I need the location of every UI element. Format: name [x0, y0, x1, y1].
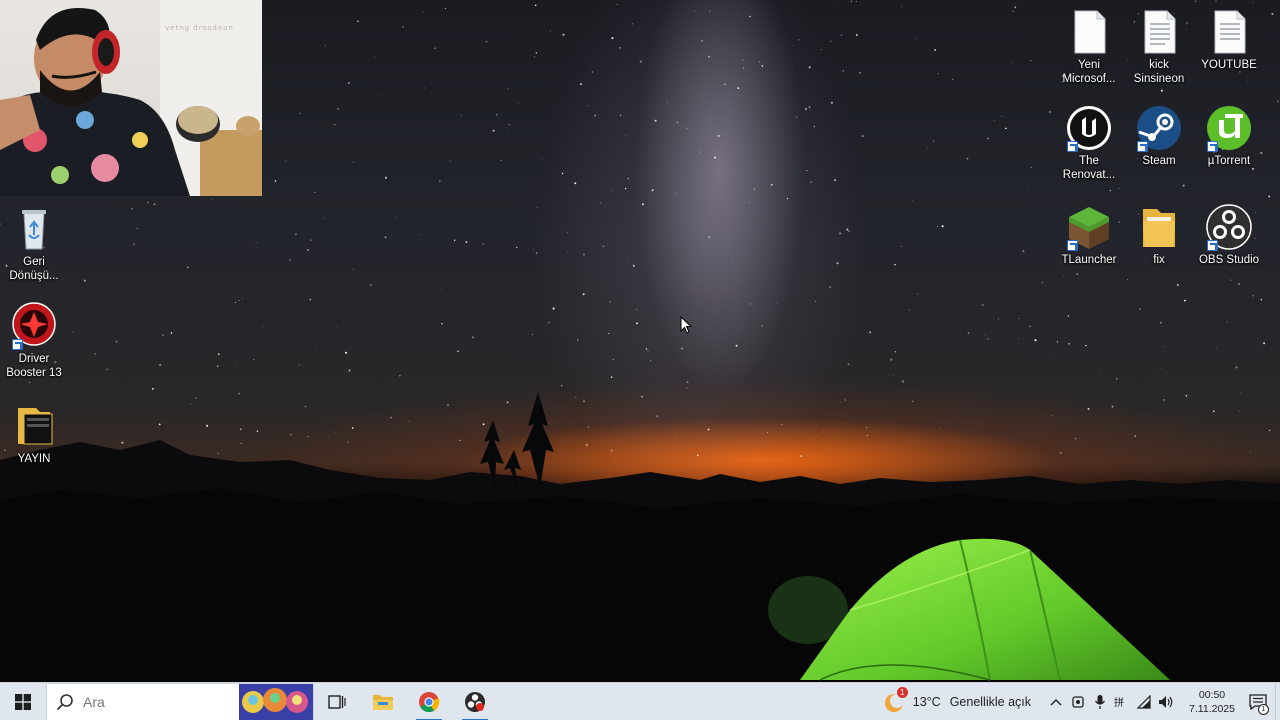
chevron-up-icon: [1050, 698, 1062, 705]
desktop-icon-kick-sinsineon[interactable]: kick Sinsineon: [1123, 8, 1195, 86]
shortcut-arrow-icon: [1137, 141, 1148, 152]
utorrent-icon: [1205, 104, 1253, 152]
desktop-icon-label: Geri Dönüşü...: [9, 256, 59, 282]
folder-icon: [10, 402, 58, 450]
desktop-icon-yeni-microsoft[interactable]: Yeni Microsof...: [1053, 8, 1125, 86]
microphone-icon: [1094, 694, 1106, 709]
glowing-tent: [800, 538, 1170, 681]
notification-count-badge: 1: [1258, 703, 1269, 715]
desktop-icon-label: YAYIN: [17, 453, 51, 465]
tray-microphone-button[interactable]: [1089, 683, 1111, 720]
text-document-icon: [1135, 8, 1183, 56]
desktop-icon-label: Steam: [1142, 155, 1176, 167]
file-explorer-icon: [373, 694, 393, 710]
desktop-icon-recycle-bin[interactable]: Geri Dönüşü...: [0, 205, 70, 283]
weather-alert-badge: 1: [896, 686, 908, 698]
show-desktop-button[interactable]: [1275, 682, 1280, 720]
clock-time: 00:50: [1198, 688, 1226, 701]
webcam-overlay: vetng drosdean: [0, 0, 262, 196]
desktop-icon-label: µTorrent: [1207, 155, 1251, 167]
windows-logo-icon: [15, 693, 31, 710]
folder-icon: [1135, 203, 1183, 251]
desktop-icon-label: OBS Studio: [1198, 254, 1260, 266]
shortcut-arrow-icon: [1207, 240, 1218, 251]
desktop-icon-label: The Renovat...: [1062, 155, 1116, 181]
minecraft-grass-block-icon: [1065, 203, 1113, 251]
search-icon: [47, 693, 83, 711]
desktop-icon-utorrent[interactable]: µTorrent: [1193, 104, 1265, 168]
recycle-bin-icon: [10, 205, 58, 253]
tray-device-button[interactable]: [1067, 683, 1089, 720]
device-icon: [1072, 695, 1084, 708]
text-document-icon: [1205, 8, 1253, 56]
unreal-engine-icon: [1065, 104, 1113, 152]
tray-wifi-button[interactable]: [1133, 683, 1155, 720]
show-hidden-icons-button[interactable]: [1045, 683, 1067, 720]
chrome-taskbar-button[interactable]: [406, 683, 452, 720]
desktop-icon-driver-booster[interactable]: Driver Booster 13: [0, 302, 70, 380]
desktop-icon-label: Driver Booster 13: [6, 353, 62, 379]
taskbar-clock[interactable]: 00:50 7.11.2025: [1183, 688, 1241, 716]
search-input[interactable]: [83, 693, 233, 710]
desktop-icon-youtube[interactable]: YOUTUBE: [1193, 8, 1265, 72]
obs-taskbar-button[interactable]: [452, 683, 498, 720]
file-explorer-button[interactable]: [360, 683, 406, 720]
search-highlight-doodle-icon[interactable]: [239, 683, 313, 720]
text-document-icon: [1065, 8, 1113, 56]
desktop-icon-label: kick Sinsineon: [1133, 59, 1185, 85]
svg-text:拼: 拼: [1114, 696, 1124, 709]
driver-booster-icon: [10, 302, 58, 350]
shortcut-arrow-icon: [1207, 141, 1218, 152]
chrome-icon: [419, 691, 440, 712]
shortcut-arrow-icon: [1067, 240, 1078, 251]
desktop-icon-steam[interactable]: Steam: [1123, 104, 1195, 168]
weather-condition: Genellikle açık: [949, 694, 1031, 709]
webcam-caption: vetng drosdean: [165, 24, 234, 32]
taskbar-search-box[interactable]: [46, 682, 314, 720]
taskbar: 1 13°C Genellikle açık 拼: [0, 682, 1280, 720]
keyboard-language-icon: 拼: [1114, 696, 1124, 709]
shortcut-arrow-icon: [12, 339, 23, 350]
weather-temperature: 13°C: [912, 694, 941, 709]
desktop-icon-label: TLauncher: [1061, 254, 1117, 266]
action-center-button[interactable]: 1: [1241, 683, 1275, 720]
desktop-icon-label: fix: [1153, 254, 1165, 266]
desktop-icon-label: Yeni Microsof...: [1062, 59, 1116, 85]
wifi-icon: [1136, 694, 1151, 709]
clock-date: 7.11.2025: [1189, 702, 1235, 715]
speaker-icon: [1159, 695, 1173, 708]
desktop-icon-tlauncher[interactable]: TLauncher: [1053, 203, 1125, 267]
desktop-icon-label: YOUTUBE: [1201, 59, 1257, 71]
weather-widget[interactable]: 1 13°C Genellikle açık: [883, 683, 1045, 720]
start-button[interactable]: [0, 683, 46, 720]
desktop-icon-obs-studio[interactable]: OBS Studio: [1193, 203, 1265, 267]
tray-volume-button[interactable]: [1155, 683, 1177, 720]
desktop-icon-fix-folder[interactable]: fix: [1123, 203, 1195, 267]
obs-studio-icon: [1205, 203, 1253, 251]
steam-icon: [1135, 104, 1183, 152]
shortcut-arrow-icon: [1067, 141, 1078, 152]
weather-moon-icon: 1: [883, 686, 908, 713]
obs-recording-icon: [465, 691, 485, 712]
tray-ime-button[interactable]: 拼: [1111, 683, 1133, 720]
task-view-icon: [328, 694, 346, 709]
desktop-icon-the-renovat[interactable]: The Renovat...: [1053, 104, 1125, 182]
desktop-icon-yayin-folder[interactable]: YAYIN: [0, 402, 70, 466]
mouse-cursor-icon: [680, 316, 692, 334]
task-view-button[interactable]: [314, 683, 360, 720]
